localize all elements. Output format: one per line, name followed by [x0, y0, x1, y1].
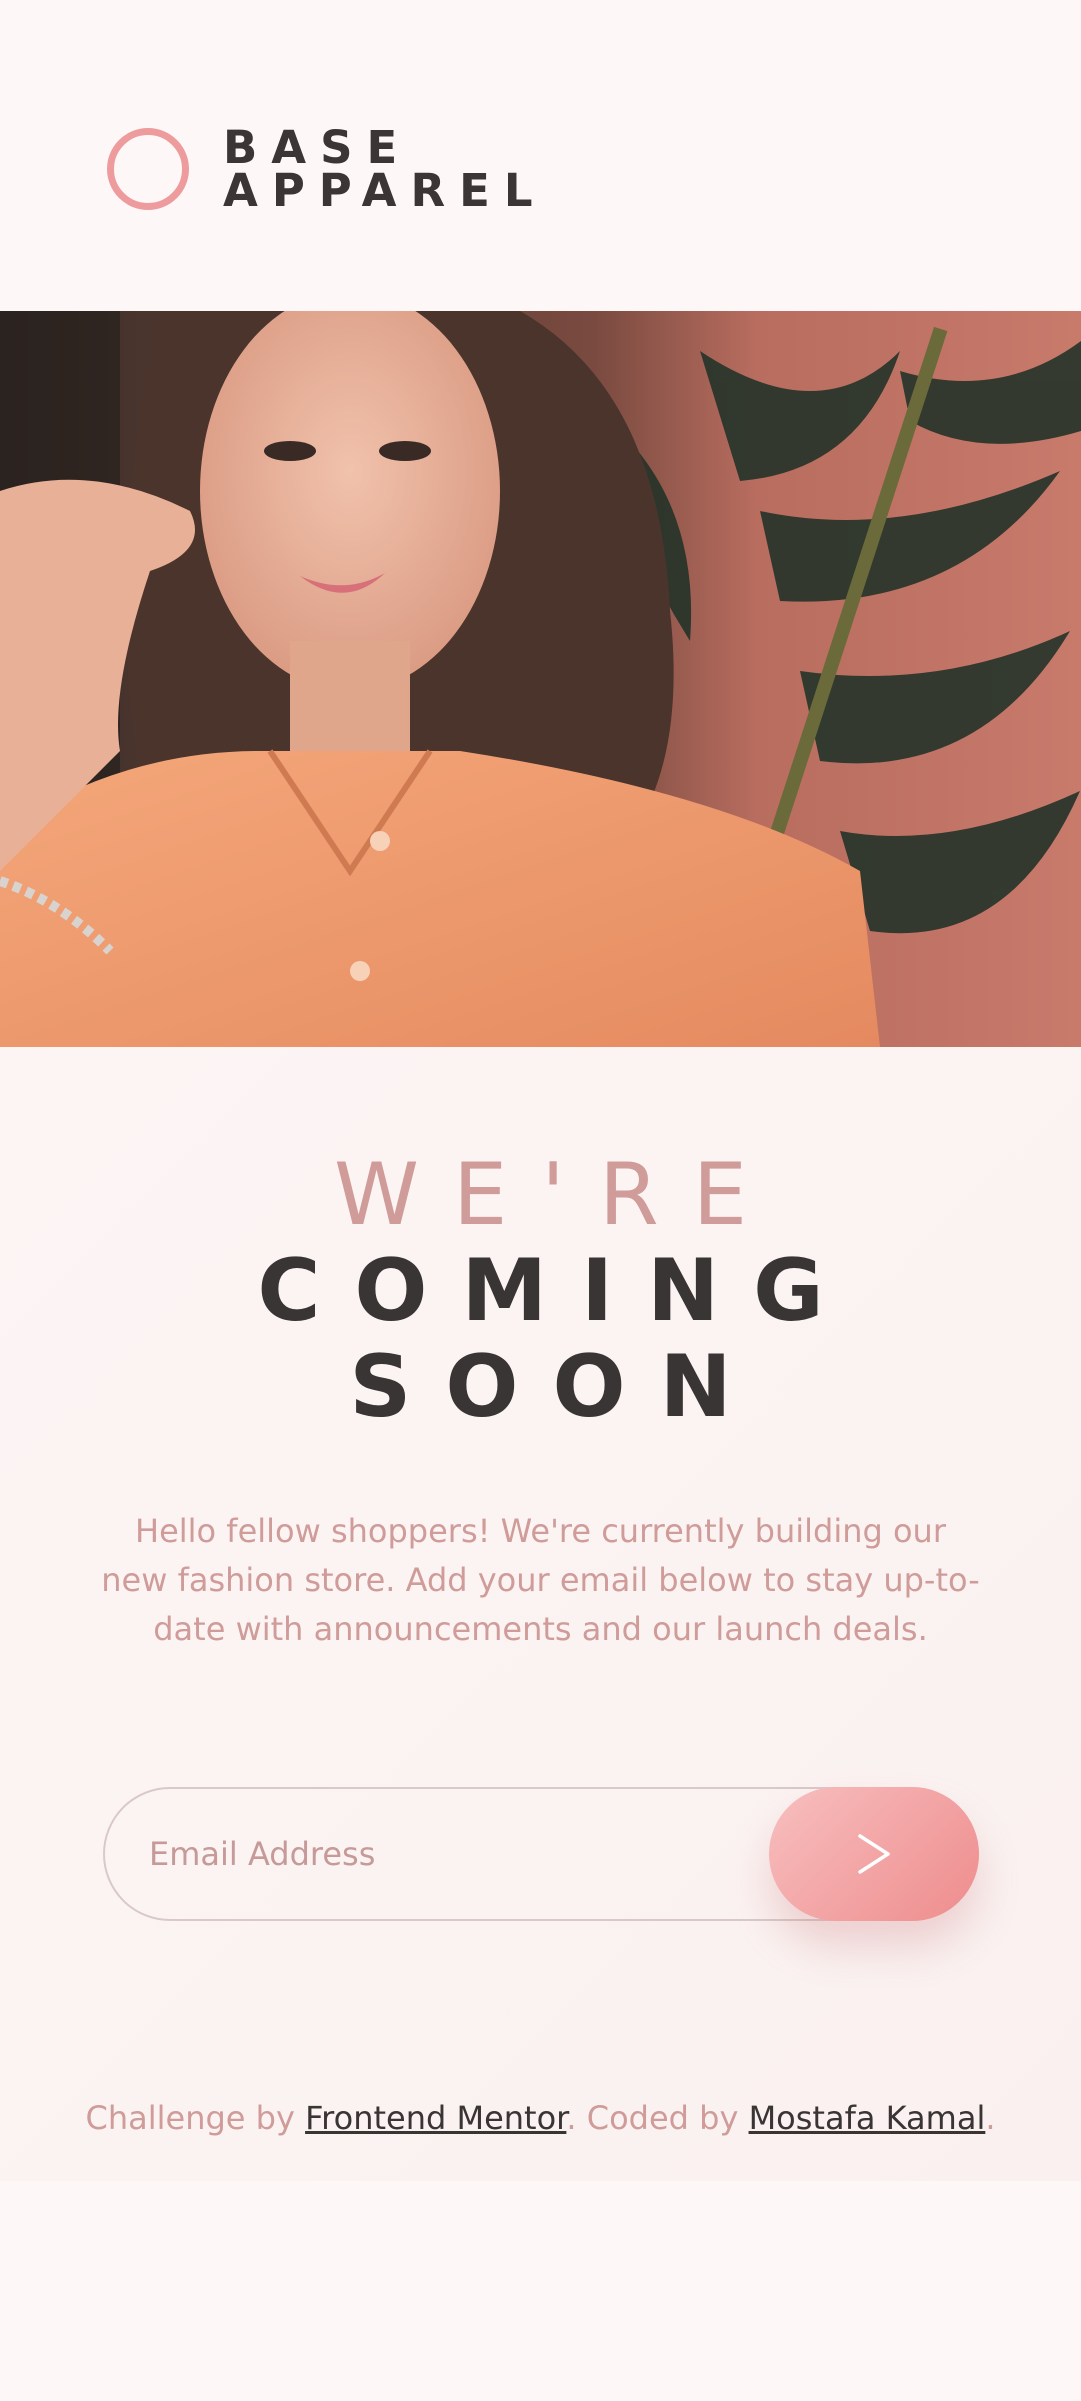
site-header: BASE APPAREL: [0, 0, 1081, 311]
attribution-suffix: .: [985, 2099, 996, 2137]
attribution-middle: . Coded by: [566, 2099, 749, 2137]
hero-photo: [0, 311, 1081, 1047]
hero-image: [0, 311, 1081, 1047]
headline: WE'RE COMING SOON: [0, 1147, 1081, 1435]
arrow-right-icon: [858, 1834, 890, 1874]
coming-soon-page: BASE APPAREL WE'RE COMING SOON Hello fel…: [0, 0, 1081, 2401]
main-content: WE'RE COMING SOON Hello fellow shoppers!…: [0, 1047, 1081, 2181]
signup-form: [103, 1787, 979, 1921]
frontend-mentor-link[interactable]: Frontend Mentor: [305, 2099, 566, 2137]
logo-ring-icon: [107, 128, 189, 210]
author-link[interactable]: Mostafa Kamal: [749, 2099, 986, 2137]
brand-logo[interactable]: BASE APPAREL: [107, 121, 547, 217]
headline-bold-line-1: COMING: [257, 1241, 858, 1341]
attribution-prefix: Challenge by: [85, 2099, 306, 2137]
submit-button[interactable]: [769, 1787, 979, 1921]
intro-text: Hello fellow shoppers! We're currently b…: [101, 1512, 980, 1648]
brand-name: BASE APPAREL: [223, 121, 547, 217]
brand-line-2: APPAREL: [223, 164, 547, 217]
headline-bold-line-2: SOON: [349, 1337, 766, 1437]
attribution: Challenge by Frontend Mentor. Coded by M…: [0, 2099, 1081, 2137]
brand-line-1: BASE: [223, 121, 412, 174]
headline-light: WE'RE: [333, 1145, 782, 1245]
